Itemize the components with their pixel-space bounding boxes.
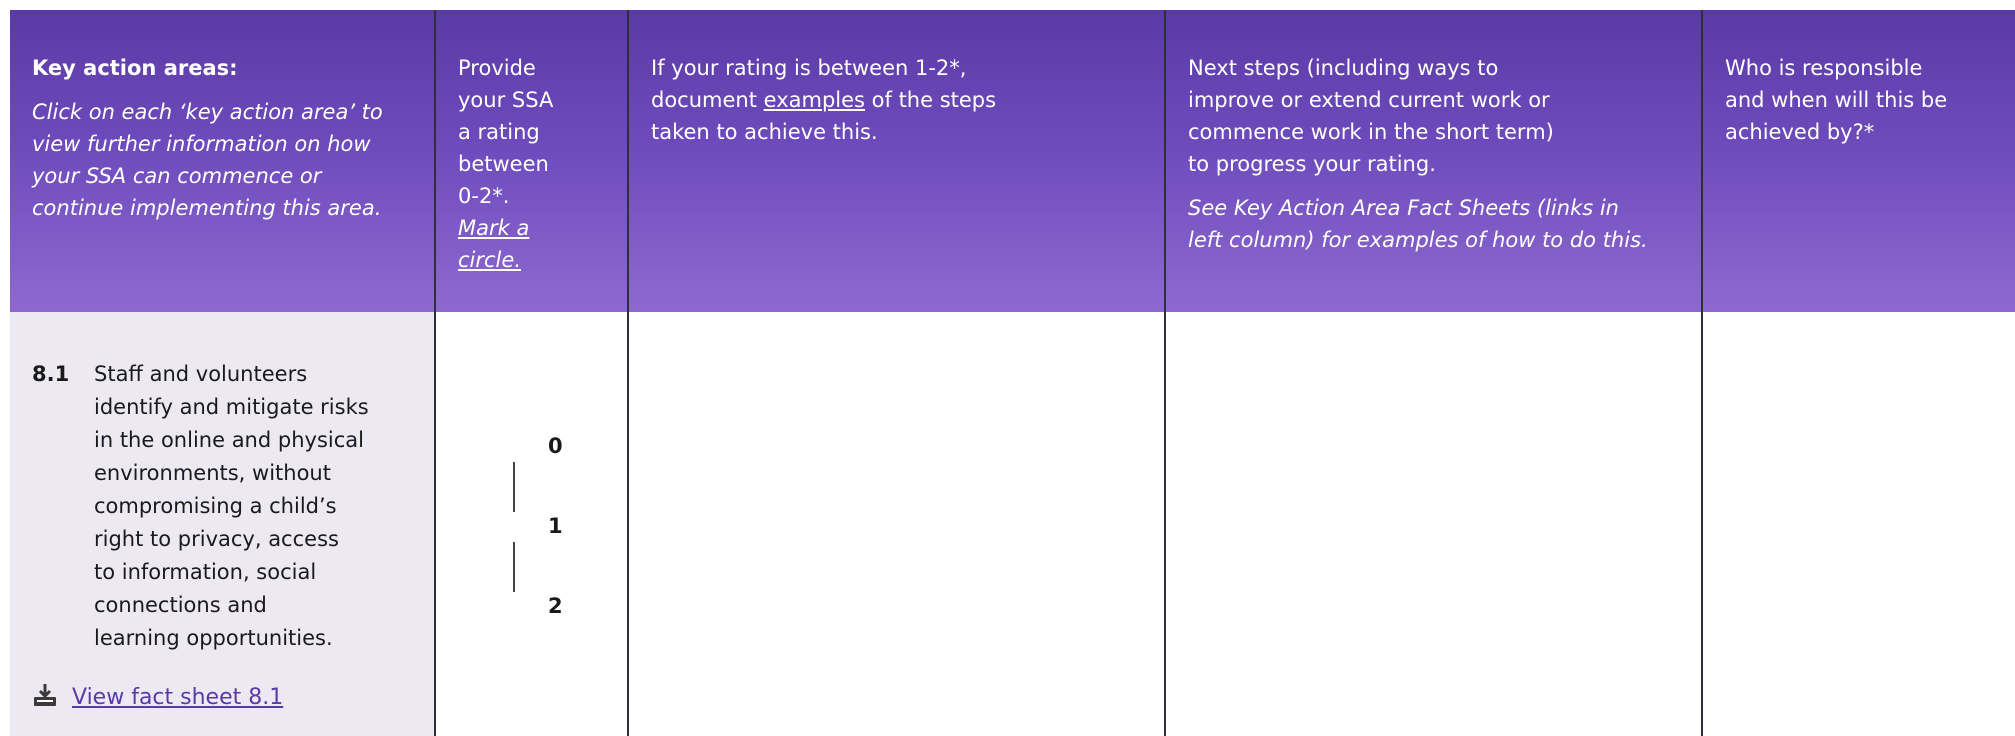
header-text: document examples of the steps [651,84,1142,116]
header-note: See Key Action Area Fact Sheets (links i… [1188,196,1619,220]
header-rating: Provide your SSA a rating between 0-2*. … [436,10,627,312]
key-action-line: connections and [94,593,267,617]
header-text: Provide [458,56,536,80]
header-text: commence work in the short term) [1188,120,1554,144]
header-text: If your rating is between 1-2*, [651,56,967,80]
key-action-line: learning opportunities. [94,626,333,650]
key-action-line: right to privacy, access [94,527,339,551]
header-text: to progress your rating. [1188,152,1436,176]
header-text: Who is responsible [1725,56,1923,80]
header-text: achieved by?* [1725,120,1875,144]
header-text: Next steps (including ways to [1188,56,1499,80]
rating-option-2[interactable]: 2 [548,594,563,618]
header-text: a rating [458,120,540,144]
key-action-line: environments, without [94,461,331,485]
header-text: 0-2*. [458,184,510,208]
key-action-line: in the online and physical [94,428,364,452]
key-action-line: compromising a child’s [94,494,337,518]
header-text: of the steps [864,88,997,112]
rating-scale-line [513,462,515,512]
key-action-number: 8.1 [32,362,70,386]
rating-option-1[interactable]: 1 [548,514,563,538]
download-icon [32,682,58,712]
header-text: your SSA [458,88,554,112]
rating-option-0[interactable]: 0 [548,434,563,458]
mark-circle-link[interactable]: circle. [458,244,605,276]
key-action-description: Staff and volunteers identify and mitiga… [94,358,404,655]
header-text: and when will this be [1725,88,1948,112]
header-key-action-areas: Key action areas: Click on each ‘key act… [10,10,434,312]
header-title: Key action areas: [32,56,238,80]
header-instruction: Click on each ‘key action area’ to view … [32,100,383,220]
header-text: improve or extend current work or [1188,88,1550,112]
examples-link[interactable]: examples [764,88,865,112]
next-steps-entry-cell[interactable] [1166,312,1701,736]
view-fact-sheet-link[interactable]: View fact sheet 8.1 [32,680,283,714]
key-action-line: Staff and volunteers [94,362,308,386]
responsible-entry-cell[interactable] [1703,312,2015,736]
header-text: document [651,88,764,112]
mark-circle-link[interactable]: Mark a [458,212,605,244]
header-text: between [458,152,549,176]
header-responsible: Who is responsible and when will this be… [1703,10,2015,312]
key-action-line: to information, social [94,560,317,584]
examples-entry-cell[interactable] [629,312,1164,736]
header-note: left column) for examples of how to do t… [1188,228,1648,252]
header-next-steps: Next steps (including ways to improve or… [1166,10,1701,312]
header-examples: If your rating is between 1-2*, document… [629,10,1164,312]
header-text: taken to achieve this. [651,120,878,144]
key-action-line: identify and mitigate risks [94,395,369,419]
action-plan-table: Key action areas: Click on each ‘key act… [10,10,2015,736]
fact-sheet-label[interactable]: View fact sheet 8.1 [72,685,283,710]
rating-scale-line [513,542,515,592]
